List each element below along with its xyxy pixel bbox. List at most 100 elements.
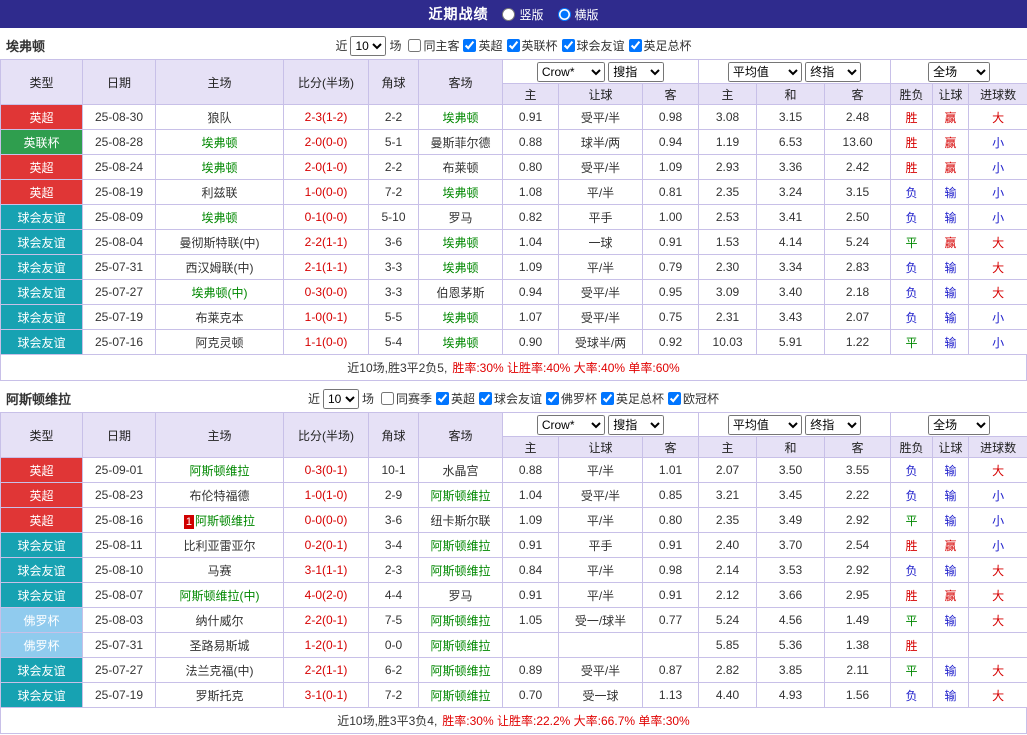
odds-home: 0.94 bbox=[502, 279, 559, 305]
filter-checkbox-英超[interactable] bbox=[463, 38, 477, 52]
result-winloss: 胜 bbox=[890, 104, 934, 130]
filter-checkbox-球会友谊[interactable] bbox=[561, 38, 575, 52]
filter-checkbox-英超[interactable] bbox=[435, 391, 449, 405]
filter-option-佛罗杯[interactable]: 佛罗杯 bbox=[542, 390, 597, 407]
result-goals: 小 bbox=[968, 304, 1027, 330]
final-odds-select[interactable]: 终指 bbox=[805, 414, 862, 435]
away-team: 埃弗顿 bbox=[418, 104, 503, 130]
avg-odds-select[interactable]: 平均值 bbox=[727, 61, 802, 82]
filter-option-英超[interactable]: 英超 bbox=[459, 37, 503, 54]
avg-away: 13.60 bbox=[824, 129, 892, 155]
odds-home: 0.90 bbox=[502, 329, 559, 355]
match-row: 球会友谊 25-07-27 法兰克福(中) 2-2(1-1) 6-2 阿斯顿维拉 0.89 受… bbox=[0, 657, 1027, 683]
home-team: 比利亚雷亚尔 bbox=[155, 532, 284, 558]
filter-option-英超[interactable]: 英超 bbox=[432, 390, 475, 407]
result-goals: 大 bbox=[968, 457, 1027, 483]
subcol-odds-home: 主 bbox=[502, 436, 559, 458]
filter-option-英足总杯[interactable]: 英足总杯 bbox=[625, 37, 692, 54]
result-handicap: 输 bbox=[932, 279, 970, 305]
filter-checkbox-同赛季[interactable] bbox=[380, 391, 394, 405]
filter-checkbox-英足总杯[interactable] bbox=[601, 391, 615, 405]
result-scope-header: 全场 bbox=[890, 59, 1027, 84]
match-score: 0-3(0-1) bbox=[283, 457, 369, 483]
result-winloss: 平 bbox=[890, 329, 934, 355]
layout-option-vertical[interactable]: 竖版 bbox=[502, 6, 544, 23]
result-handicap: 输 bbox=[932, 204, 970, 230]
result-winloss: 胜 bbox=[890, 632, 934, 658]
filter-option-欧冠杯[interactable]: 欧冠杯 bbox=[664, 390, 719, 407]
odds-handicap: 平手 bbox=[558, 532, 643, 558]
odds-home: 0.88 bbox=[502, 129, 559, 155]
match-date: 25-07-16 bbox=[82, 329, 156, 355]
filter-checkbox-label: 英足总杯 bbox=[616, 391, 665, 406]
result-goals: 大 bbox=[968, 229, 1027, 255]
filter-option-英联杯[interactable]: 英联杯 bbox=[503, 37, 558, 54]
league-type-badge: 球会友谊 bbox=[0, 682, 83, 708]
filter-checkbox-同主客[interactable] bbox=[408, 38, 422, 52]
filter-checkbox-英联杯[interactable] bbox=[506, 38, 520, 52]
corner-score: 2-2 bbox=[368, 154, 419, 180]
match-row: 英超 25-08-24 埃弗顿 2-0(1-0) 2-2 布莱顿 0.80 受平/半 1.09 2… bbox=[0, 154, 1027, 180]
results-body: 英超 25-09-01 阿斯顿维拉 0-3(0-1) 10-1 水晶宫 0.88 平/半 1.0… bbox=[0, 457, 1027, 708]
avg-home: 5.24 bbox=[698, 607, 758, 633]
league-type-badge: 球会友谊 bbox=[0, 329, 83, 355]
result-goals: 小 bbox=[968, 532, 1027, 558]
horizontal-radio[interactable] bbox=[557, 7, 571, 21]
filter-option-球会友谊[interactable]: 球会友谊 bbox=[475, 390, 542, 407]
vertical-radio[interactable] bbox=[502, 7, 516, 21]
filter-checkbox-欧冠杯[interactable] bbox=[668, 391, 682, 405]
match-date: 25-08-24 bbox=[82, 154, 156, 180]
fulltime-select[interactable]: 全场 bbox=[928, 61, 991, 82]
match-score: 1-0(0-1) bbox=[283, 304, 369, 330]
match-date: 25-08-16 bbox=[82, 507, 156, 533]
match-score: 2-1(1-1) bbox=[283, 254, 369, 280]
corner-score: 6-2 bbox=[368, 657, 419, 683]
match-date: 25-08-19 bbox=[82, 179, 156, 205]
filter-option-同赛季[interactable]: 同赛季 bbox=[377, 390, 432, 407]
summary-record: 近10场,胜3平3负4, bbox=[337, 714, 438, 728]
odds-away: 0.98 bbox=[641, 104, 700, 130]
col-header-type: 类型 bbox=[0, 59, 83, 105]
filter-option-球会友谊[interactable]: 球会友谊 bbox=[558, 37, 625, 54]
layout-option-horizontal[interactable]: 横版 bbox=[557, 6, 599, 23]
filter-checkbox-佛罗杯[interactable] bbox=[546, 391, 560, 405]
avg-home: 3.21 bbox=[698, 482, 758, 508]
subcol-avg-away: 客 bbox=[824, 436, 892, 458]
odds-type-select[interactable]: 搜指 bbox=[608, 414, 665, 435]
avg-draw: 3.49 bbox=[756, 507, 826, 533]
fulltime-select[interactable]: 全场 bbox=[928, 414, 991, 435]
horizontal-radio-label: 横版 bbox=[574, 7, 599, 22]
odds-away: 0.75 bbox=[641, 304, 700, 330]
subcol-handicap-result: 让球 bbox=[932, 436, 970, 458]
subcol-avg-away: 客 bbox=[824, 83, 892, 105]
filter-option-同主客[interactable]: 同主客 bbox=[404, 37, 459, 54]
odds-company-select[interactable]: Crow* bbox=[536, 61, 605, 82]
match-date: 25-08-09 bbox=[82, 204, 156, 230]
subcol-winloss: 胜负 bbox=[890, 83, 934, 105]
away-team: 纽卡斯尔联 bbox=[418, 507, 503, 533]
home-team: 利兹联 bbox=[155, 179, 284, 205]
filter-checkbox-球会友谊[interactable] bbox=[479, 391, 492, 405]
odds-home: 1.05 bbox=[502, 607, 559, 633]
odds-company-select[interactable]: Crow* bbox=[536, 414, 605, 435]
match-date: 25-08-07 bbox=[82, 582, 156, 608]
result-handicap: 输 bbox=[932, 682, 970, 708]
filter-option-英足总杯[interactable]: 英足总杯 bbox=[597, 390, 664, 407]
match-count-select[interactable]: 10 bbox=[350, 35, 387, 56]
odds-away: 1.13 bbox=[641, 682, 700, 708]
match-date: 25-08-30 bbox=[82, 104, 156, 130]
odds-type-select[interactable]: 搜指 bbox=[608, 61, 665, 82]
subcol-odds-away: 客 bbox=[641, 436, 700, 458]
avg-odds-select[interactable]: 平均值 bbox=[727, 414, 802, 435]
home-team: 法兰克福(中) bbox=[155, 657, 284, 683]
avg-draw: 4.56 bbox=[756, 607, 826, 633]
avg-draw: 3.45 bbox=[756, 482, 826, 508]
filter-checkbox-英足总杯[interactable] bbox=[628, 38, 642, 52]
section-everton: 埃弗顿 近 10 场 同主客 英超 英联杯 球会友谊 英足总杯 类型 日期 主场 比分(… bbox=[0, 32, 1027, 381]
league-type-badge: 英超 bbox=[0, 104, 83, 130]
avg-away: 2.11 bbox=[824, 657, 892, 683]
match-count-select[interactable]: 10 bbox=[322, 388, 359, 409]
final-odds-select[interactable]: 终指 bbox=[805, 61, 862, 82]
match-date: 25-09-01 bbox=[82, 457, 156, 483]
filter-checkbox-label: 同主客 bbox=[423, 38, 460, 53]
